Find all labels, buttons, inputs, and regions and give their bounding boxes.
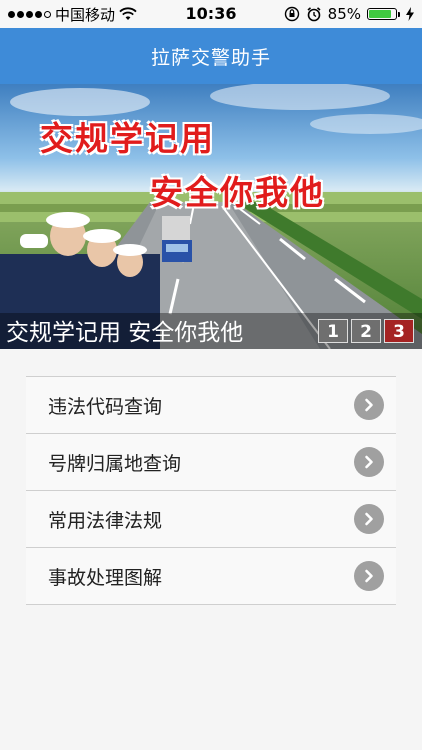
banner-carousel[interactable]: 交规学记用 安全你我他 交规学记用 安全你我他 1 2 3 xyxy=(0,84,422,349)
banner-headline-2: 安全你我他 xyxy=(150,173,325,212)
banner-caption: 交规学记用 安全你我他 xyxy=(6,320,244,346)
chevron-right-icon[interactable] xyxy=(354,504,384,534)
page-title: 拉萨交警助手 xyxy=(150,46,271,69)
chevron-right-icon[interactable] xyxy=(354,390,384,420)
menu-item-violation-code[interactable]: 违法代码查询 xyxy=(26,377,396,434)
menu-item-label: 违法代码查询 xyxy=(48,395,163,418)
battery-icon xyxy=(367,8,400,20)
status-bar: 中国移动 10:36 85% xyxy=(0,0,422,28)
menu-item-laws[interactable]: 常用法律法规 xyxy=(26,491,396,548)
menu-item-label: 号牌归属地查询 xyxy=(48,452,182,475)
chevron-right-icon[interactable] xyxy=(354,447,384,477)
pager-button-2[interactable]: 2 xyxy=(351,319,381,343)
charging-icon xyxy=(406,7,414,21)
pager-button-3[interactable]: 3 xyxy=(384,319,414,343)
menu-item-plate-region[interactable]: 号牌归属地查询 xyxy=(26,434,396,491)
menu-list: 违法代码查询 号牌归属地查询 常用法律法规 事故处理图解 xyxy=(26,376,396,605)
chevron-right-icon[interactable] xyxy=(354,561,384,591)
alarm-icon xyxy=(307,7,321,22)
status-right-group: 85% xyxy=(284,0,414,28)
nav-bar: 拉萨交警助手 xyxy=(0,28,422,84)
pager-button-1[interactable]: 1 xyxy=(318,319,348,343)
menu-item-accident-guide[interactable]: 事故处理图解 xyxy=(26,548,396,605)
rotation-lock-icon xyxy=(284,6,299,22)
menu-item-label: 常用法律法规 xyxy=(48,509,163,532)
banner-pager: 1 2 3 xyxy=(318,319,414,343)
menu-item-label: 事故处理图解 xyxy=(48,566,163,589)
banner-headline-1: 交规学记用 xyxy=(40,119,215,158)
battery-percent: 85% xyxy=(327,5,361,23)
